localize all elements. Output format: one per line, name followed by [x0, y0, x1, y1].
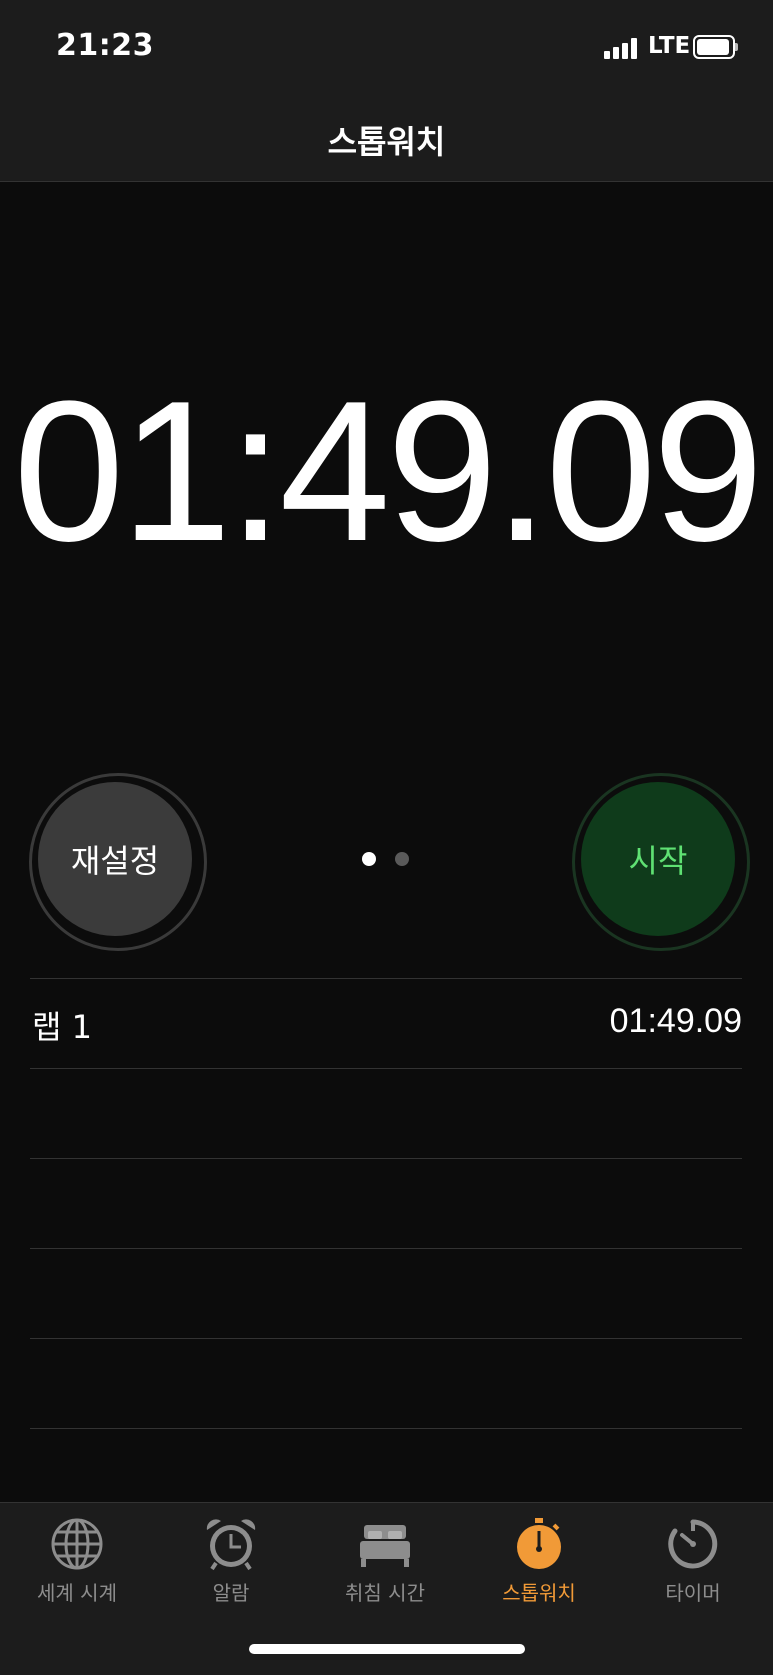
- tab-bar: 세계 시계 알람 취침 시간 스톱워치 타이머: [0, 1502, 773, 1675]
- page-title: 스톱워치: [327, 123, 446, 161]
- tab-timer[interactable]: 타이머: [616, 1503, 770, 1613]
- divider: [30, 1428, 742, 1429]
- tab-label: 타이머: [665, 1581, 721, 1605]
- divider: [30, 1338, 742, 1339]
- reset-button[interactable]: 재설정: [29, 773, 207, 951]
- divider: [30, 1158, 742, 1159]
- tab-label: 스톱워치: [502, 1581, 576, 1605]
- signal-strength-icon: [604, 37, 644, 59]
- reset-button-label: 재설정: [38, 782, 192, 936]
- home-indicator[interactable]: [249, 1644, 525, 1654]
- tab-stopwatch[interactable]: 스톱워치: [462, 1503, 616, 1613]
- bed-icon: [360, 1525, 410, 1567]
- page-dot-active: [362, 852, 376, 866]
- page-indicator[interactable]: [362, 852, 412, 868]
- timer-icon: [668, 1519, 718, 1569]
- battery-icon: [693, 35, 738, 59]
- stopwatch-icon: [517, 1518, 561, 1569]
- alarm-clock-icon: [206, 1519, 256, 1571]
- page-dot-inactive: [395, 852, 409, 866]
- tab-label: 알람: [212, 1581, 250, 1605]
- tab-bedtime[interactable]: 취침 시간: [308, 1503, 462, 1613]
- status-time: 21:23: [56, 28, 154, 63]
- lap-row: 랩 1 01:49.09: [30, 978, 742, 1068]
- network-type: LTE: [648, 33, 691, 59]
- tab-label: 세계 시계: [37, 1581, 117, 1605]
- start-button[interactable]: 시작: [572, 773, 750, 951]
- start-button-label: 시작: [581, 782, 735, 936]
- divider: [30, 1248, 742, 1249]
- navigation-bar: 스톱워치: [0, 95, 773, 182]
- status-bar: 21:23 LTE: [0, 0, 773, 95]
- tab-label: 취침 시간: [345, 1581, 425, 1605]
- lap-label: 랩 1: [32, 1008, 92, 1046]
- tab-world-clock[interactable]: 세계 시계: [0, 1503, 154, 1613]
- stopwatch-display: 01:49.09: [13, 360, 764, 583]
- globe-icon: [51, 1518, 103, 1570]
- divider: [30, 1068, 742, 1069]
- tab-alarm[interactable]: 알람: [154, 1503, 308, 1613]
- lap-time: 01:49.09: [609, 1002, 742, 1040]
